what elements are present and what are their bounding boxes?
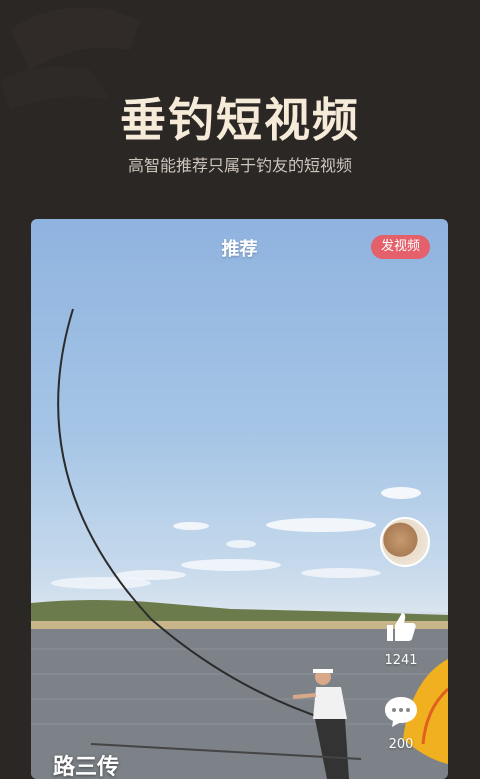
comment-count: 200 <box>388 737 414 752</box>
comment-button[interactable]: 200 <box>378 695 424 752</box>
video-caption: 路三传 <box>53 755 120 779</box>
author-avatar[interactable] <box>380 517 430 567</box>
thumbs-up-icon <box>387 613 416 641</box>
video-preview-card[interactable]: 推荐 发视频 1241 200 路三传 <box>31 219 448 779</box>
page-headline: 垂钓短视频 <box>120 93 360 147</box>
like-button[interactable]: 1241 <box>378 609 424 668</box>
comment-bubble-icon <box>385 697 417 727</box>
page-subline: 高智能推荐只属于钓友的短视频 <box>127 156 352 175</box>
post-video-button[interactable]: 发视频 <box>370 235 430 259</box>
like-count: 1241 <box>384 653 418 668</box>
